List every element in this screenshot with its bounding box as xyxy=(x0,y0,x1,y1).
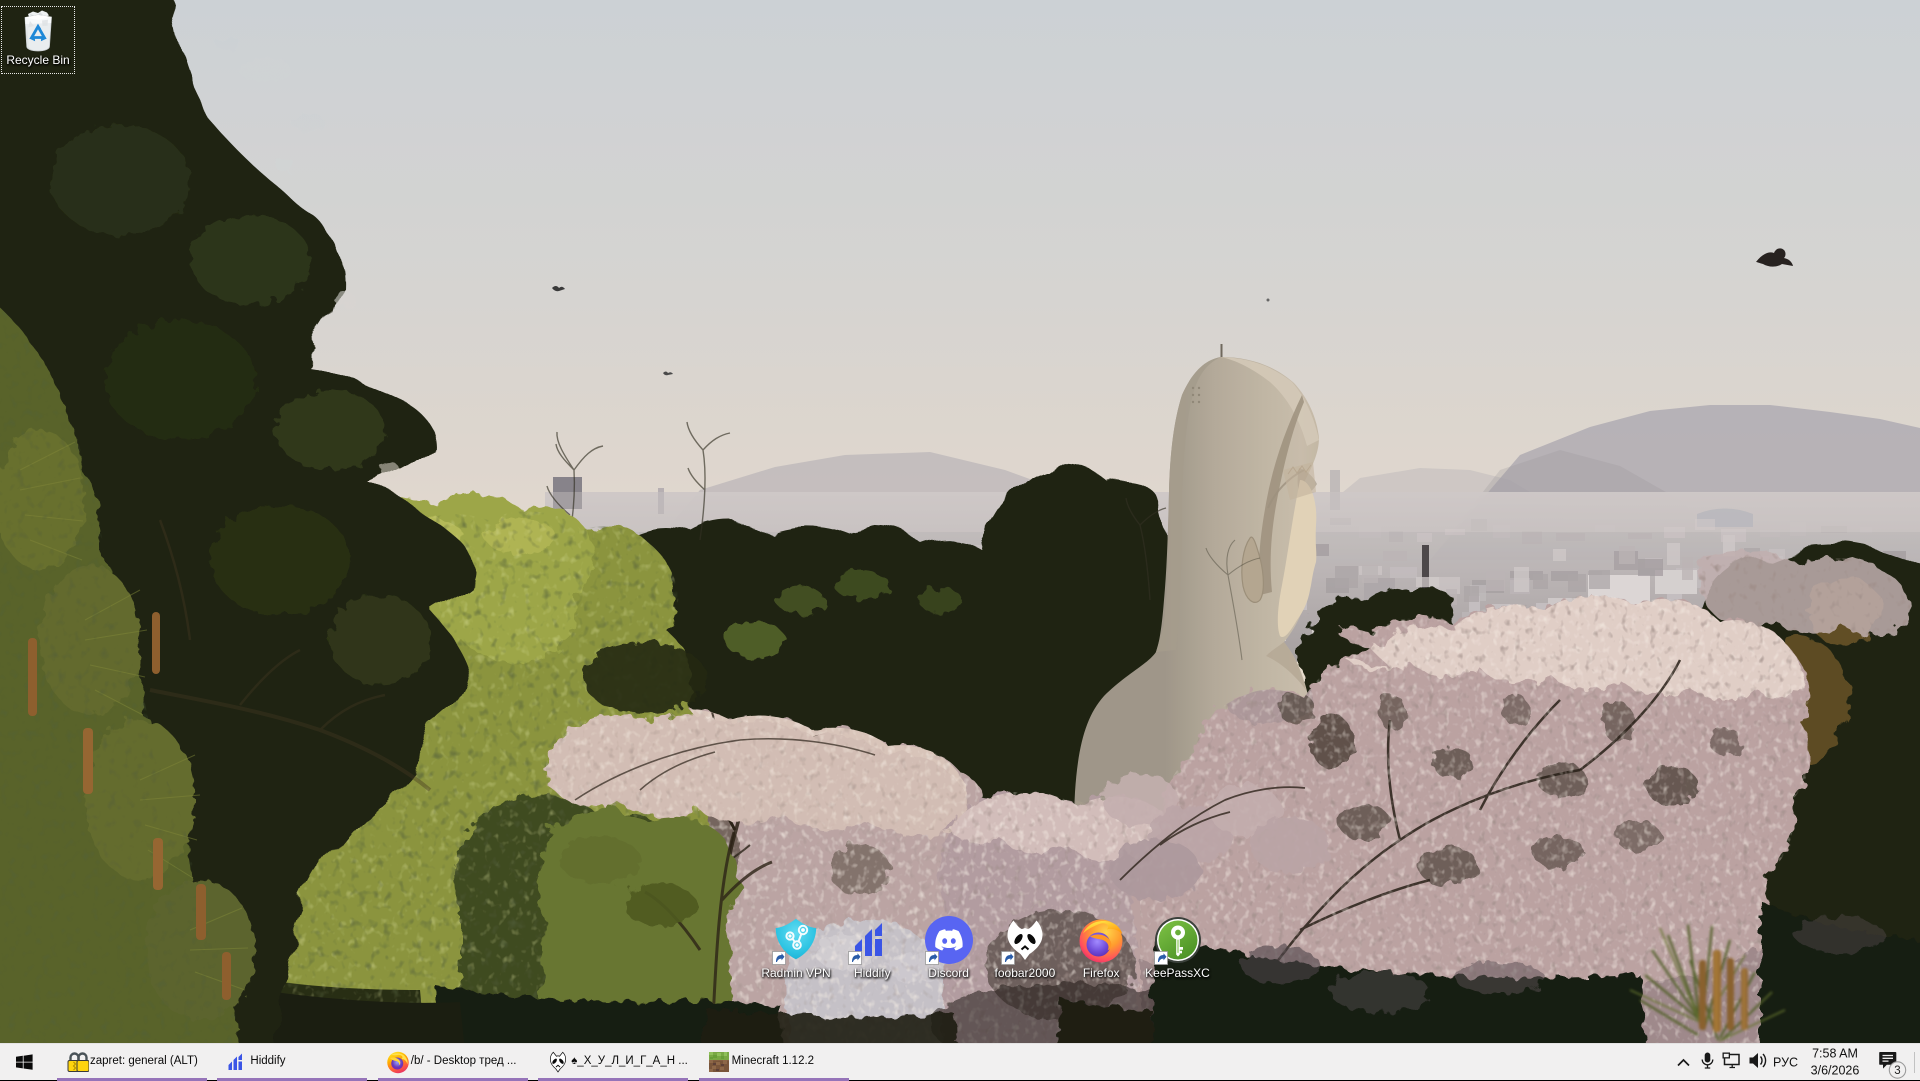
svg-text:РУС: РУС xyxy=(1773,1056,1798,1070)
svg-text:3: 3 xyxy=(1894,1065,1900,1077)
svg-text:7:58 AM: 7:58 AM xyxy=(1812,1047,1858,1061)
svg-text:3/6/2026: 3/6/2026 xyxy=(1811,1064,1860,1078)
